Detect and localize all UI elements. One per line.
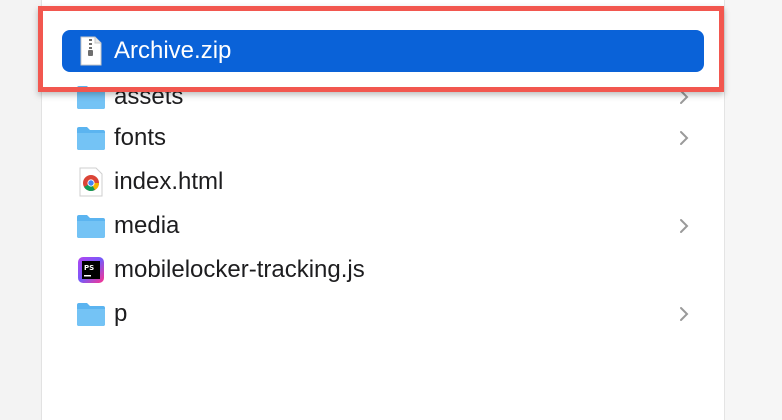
chrome-document-icon xyxy=(74,165,108,199)
file-name: assets xyxy=(114,83,184,110)
file-row-p[interactable]: p xyxy=(62,293,704,335)
folder-icon xyxy=(74,121,108,155)
file-name: p xyxy=(114,300,128,327)
file-row-index-html[interactable]: index.html xyxy=(62,161,704,203)
phpstorm-file-icon: PS xyxy=(74,253,108,287)
chevron-right-icon xyxy=(680,219,689,233)
folder-icon xyxy=(74,209,108,243)
file-name: Archive.zip xyxy=(114,37,232,64)
file-row-fonts[interactable]: fonts xyxy=(62,117,704,159)
svg-text:PS: PS xyxy=(84,264,94,272)
folder-icon xyxy=(74,80,108,114)
chevron-right-icon xyxy=(680,90,689,104)
folder-icon xyxy=(74,297,108,331)
next-column-edge xyxy=(725,0,782,420)
file-name: fonts xyxy=(114,124,167,151)
file-row-assets[interactable]: assets xyxy=(62,76,704,118)
file-name: index.html xyxy=(114,168,224,195)
sidebar-edge xyxy=(0,0,42,420)
file-name: media xyxy=(114,212,180,239)
chevron-right-icon xyxy=(680,307,689,321)
file-row-media[interactable]: media xyxy=(62,205,704,247)
chevron-right-icon xyxy=(680,131,689,145)
file-name: mobilelocker-tracking.js xyxy=(114,256,365,283)
file-row-archive-zip[interactable]: Archive.zip xyxy=(62,30,704,72)
file-row-mobilelocker-tracking-js[interactable]: PS mobilelocker-tracking.js xyxy=(62,249,704,291)
zip-file-icon xyxy=(74,34,108,68)
